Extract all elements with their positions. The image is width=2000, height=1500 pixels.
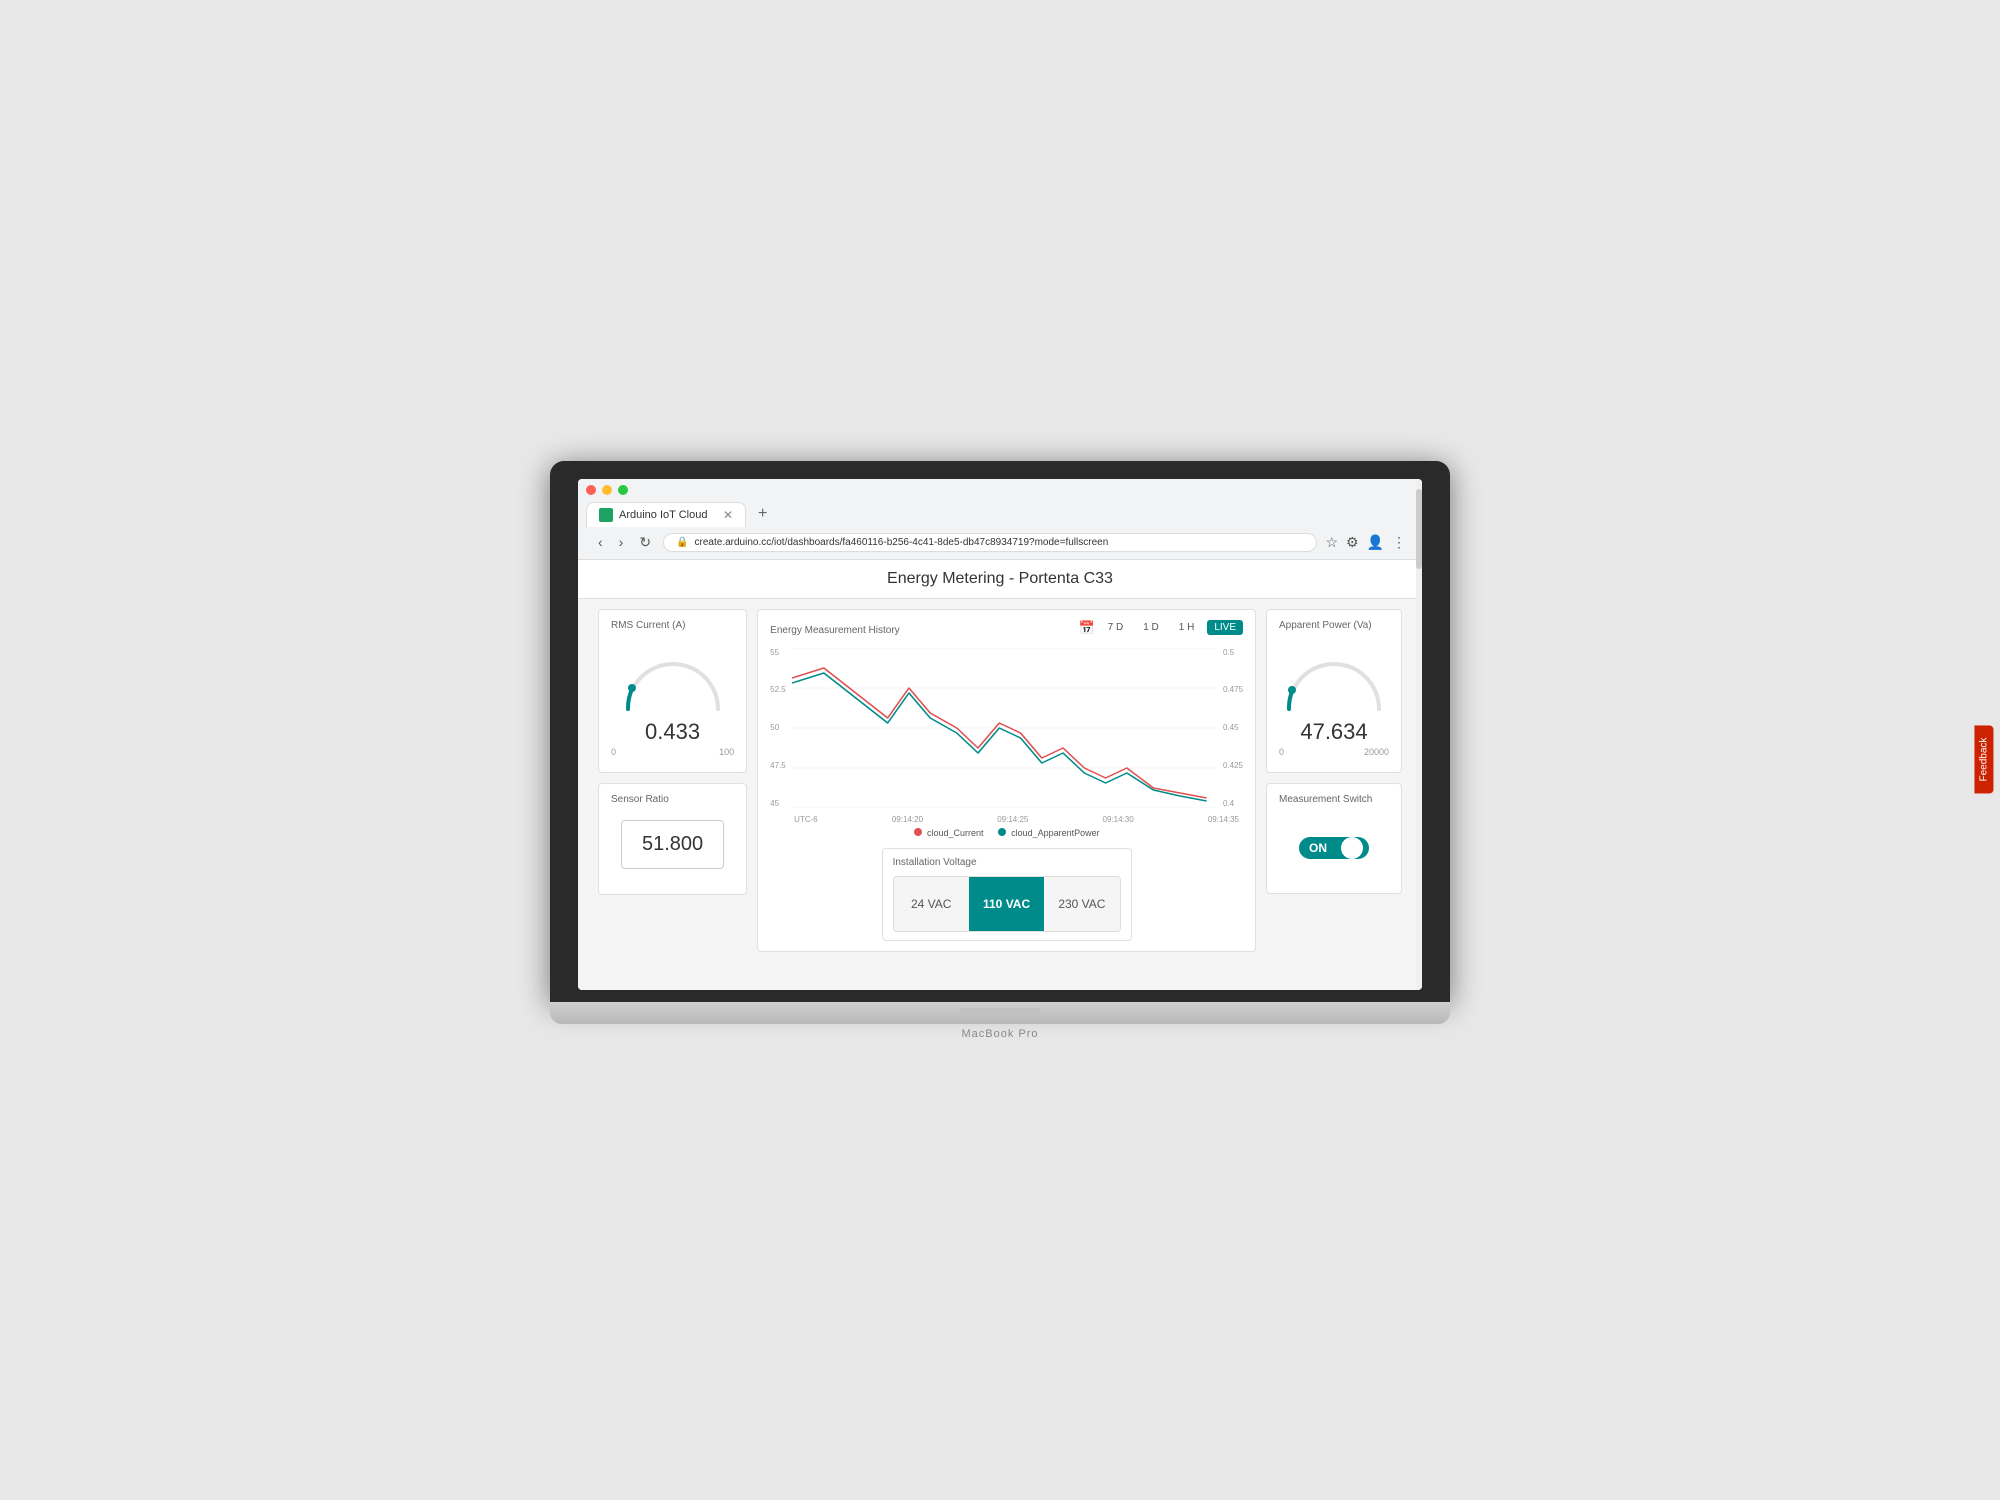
chrome-browser-bar: Arduino IoT Cloud ✕ + ‹ › ↻ 🔒 create.ard… xyxy=(578,479,1422,560)
chart-svg xyxy=(792,648,1217,808)
toggle-state-label: ON xyxy=(1309,841,1327,855)
rms-current-value: 0.433 xyxy=(645,719,700,745)
chart-x-labels: UTC-6 09:14:20 09:14:25 09:14:30 09:14:3… xyxy=(790,815,1243,824)
y-axis-right: 0.5 0.475 0.45 0.425 0.4 xyxy=(1221,648,1243,808)
sensor-ratio-value: 51.800 xyxy=(621,820,724,869)
back-button[interactable]: ‹ xyxy=(594,532,607,552)
gauge-min: 0 xyxy=(611,747,616,757)
left-panel: RMS Current (A) 0.433 xyxy=(598,609,747,952)
legend-power-dot xyxy=(998,828,1006,836)
close-window-button[interactable] xyxy=(586,485,596,495)
chart-label: Energy Measurement History xyxy=(770,625,900,636)
bottom-center-voltage: Installation Voltage 24 VAC 110 VAC 230 … xyxy=(770,848,1243,941)
main-layout: RMS Current (A) 0.433 xyxy=(598,609,1402,952)
sensor-ratio-label: Sensor Ratio xyxy=(611,794,734,805)
chart-svg-container xyxy=(792,648,1217,813)
middle-panel: Energy Measurement History 📅 7 D 1 D 1 H… xyxy=(757,609,1256,952)
legend-current-dot xyxy=(914,828,922,836)
sensor-ratio-widget: Sensor Ratio 51.800 xyxy=(598,783,747,895)
chart-live-button[interactable]: LIVE xyxy=(1207,620,1243,635)
chart-1d-button[interactable]: 1 D xyxy=(1136,620,1166,635)
macbook-label: MacBook Pro xyxy=(550,1028,1450,1040)
chart-1h-button[interactable]: 1 H xyxy=(1172,620,1202,635)
voltage-230vac[interactable]: 230 VAC xyxy=(1044,877,1119,931)
new-tab-button[interactable]: + xyxy=(750,501,775,527)
legend-current: cloud_Current xyxy=(914,828,984,838)
chart-timezone: UTC-6 xyxy=(794,815,818,824)
switch-container: ON xyxy=(1279,813,1389,883)
dashboard-title: Energy Metering - Portenta C33 xyxy=(887,570,1113,587)
screen-bezel: Arduino IoT Cloud ✕ + ‹ › ↻ 🔒 create.ard… xyxy=(550,461,1450,1002)
chart-x-axis: UTC-6 09:14:20 09:14:25 09:14:30 09:14:3… xyxy=(770,815,1243,824)
voltage-24vac[interactable]: 24 VAC xyxy=(894,877,969,931)
tab-favicon xyxy=(599,508,613,522)
browser-tab[interactable]: Arduino IoT Cloud ✕ xyxy=(586,502,746,527)
gauge-svg xyxy=(618,649,728,714)
right-panel: Apparent Power (Va) 47.634 0 xyxy=(1266,609,1402,952)
chart-legend: cloud_Current cloud_ApparentPower xyxy=(770,828,1243,838)
browser-window: Arduino IoT Cloud ✕ + ‹ › ↻ 🔒 create.ard… xyxy=(578,479,1422,990)
apparent-power-gauge-svg xyxy=(1279,649,1389,714)
apparent-power-label: Apparent Power (Va) xyxy=(1279,620,1389,631)
scroll-thumb[interactable] xyxy=(1416,489,1422,569)
measurement-toggle-switch[interactable]: ON xyxy=(1299,837,1369,859)
bookmark-icon[interactable]: ☆ xyxy=(1325,534,1338,551)
voltage-options: 24 VAC 110 VAC 230 VAC xyxy=(893,876,1121,932)
apparent-power-range: 0 20000 xyxy=(1279,747,1389,757)
laptop-notch xyxy=(960,1008,1040,1018)
apparent-power-min: 0 xyxy=(1279,747,1284,757)
apparent-power-value: 47.634 xyxy=(1300,719,1367,745)
dashboard-content: Energy Metering - Portenta C33 RMS Curre… xyxy=(578,560,1422,990)
extensions-icon[interactable]: ⚙ xyxy=(1346,534,1359,551)
gauge-max: 100 xyxy=(719,747,734,757)
scrollbar[interactable] xyxy=(1416,479,1422,990)
legend-apparent-power: cloud_ApparentPower xyxy=(998,828,1100,838)
feedback-tab[interactable]: Feedback xyxy=(1975,726,1994,794)
url-input[interactable]: 🔒 create.arduino.cc/iot/dashboards/fa460… xyxy=(663,533,1317,552)
maximize-window-button[interactable] xyxy=(618,485,628,495)
window-controls xyxy=(586,485,1414,495)
apparent-power-gauge: 47.634 0 20000 xyxy=(1279,639,1389,762)
laptop-base xyxy=(550,1002,1450,1024)
lock-icon: 🔒 xyxy=(676,537,688,548)
menu-icon[interactable]: ⋮ xyxy=(1392,534,1406,551)
forward-button[interactable]: › xyxy=(615,532,628,552)
chart-controls: 📅 7 D 1 D 1 H LIVE xyxy=(1078,620,1243,636)
browser-actions: ☆ ⚙ 👤 ⋮ xyxy=(1325,534,1406,551)
installation-voltage-widget: Installation Voltage 24 VAC 110 VAC 230 … xyxy=(882,848,1132,941)
address-bar: ‹ › ↻ 🔒 create.arduino.cc/iot/dashboards… xyxy=(586,527,1414,559)
minimize-window-button[interactable] xyxy=(602,485,612,495)
measurement-switch-label: Measurement Switch xyxy=(1279,794,1389,805)
gauge-range: 0 100 xyxy=(611,747,734,757)
dashboard-title-bar: Energy Metering - Portenta C33 xyxy=(578,560,1422,599)
voltage-label: Installation Voltage xyxy=(893,857,1121,868)
rms-current-widget: RMS Current (A) 0.433 xyxy=(598,609,747,773)
tab-close-icon[interactable]: ✕ xyxy=(723,508,733,522)
chart-calendar-icon[interactable]: 📅 xyxy=(1078,620,1094,636)
url-text: create.arduino.cc/iot/dashboards/fa46011… xyxy=(695,537,1109,548)
chart-with-axes: 55 52.5 50 47.5 45 xyxy=(770,648,1243,813)
y-axis-left: 55 52.5 50 47.5 45 xyxy=(770,648,788,808)
measurement-switch-widget: Measurement Switch ON xyxy=(1266,783,1402,894)
reload-button[interactable]: ↻ xyxy=(635,532,655,553)
energy-chart-widget: Energy Measurement History 📅 7 D 1 D 1 H… xyxy=(757,609,1256,952)
laptop-shell: Arduino IoT Cloud ✕ + ‹ › ↻ 🔒 create.ard… xyxy=(550,461,1450,1040)
apparent-power-max: 20000 xyxy=(1364,747,1389,757)
profile-icon[interactable]: 👤 xyxy=(1367,534,1384,551)
toggle-circle xyxy=(1341,837,1363,859)
voltage-110vac[interactable]: 110 VAC xyxy=(969,877,1044,931)
apparent-power-widget: Apparent Power (Va) 47.634 0 xyxy=(1266,609,1402,773)
tab-title: Arduino IoT Cloud xyxy=(619,509,707,521)
rms-current-label: RMS Current (A) xyxy=(611,620,734,631)
tabs-row: Arduino IoT Cloud ✕ + xyxy=(586,501,1414,527)
chart-7d-button[interactable]: 7 D xyxy=(1101,620,1131,635)
rms-current-gauge: 0.433 0 100 xyxy=(611,639,734,762)
